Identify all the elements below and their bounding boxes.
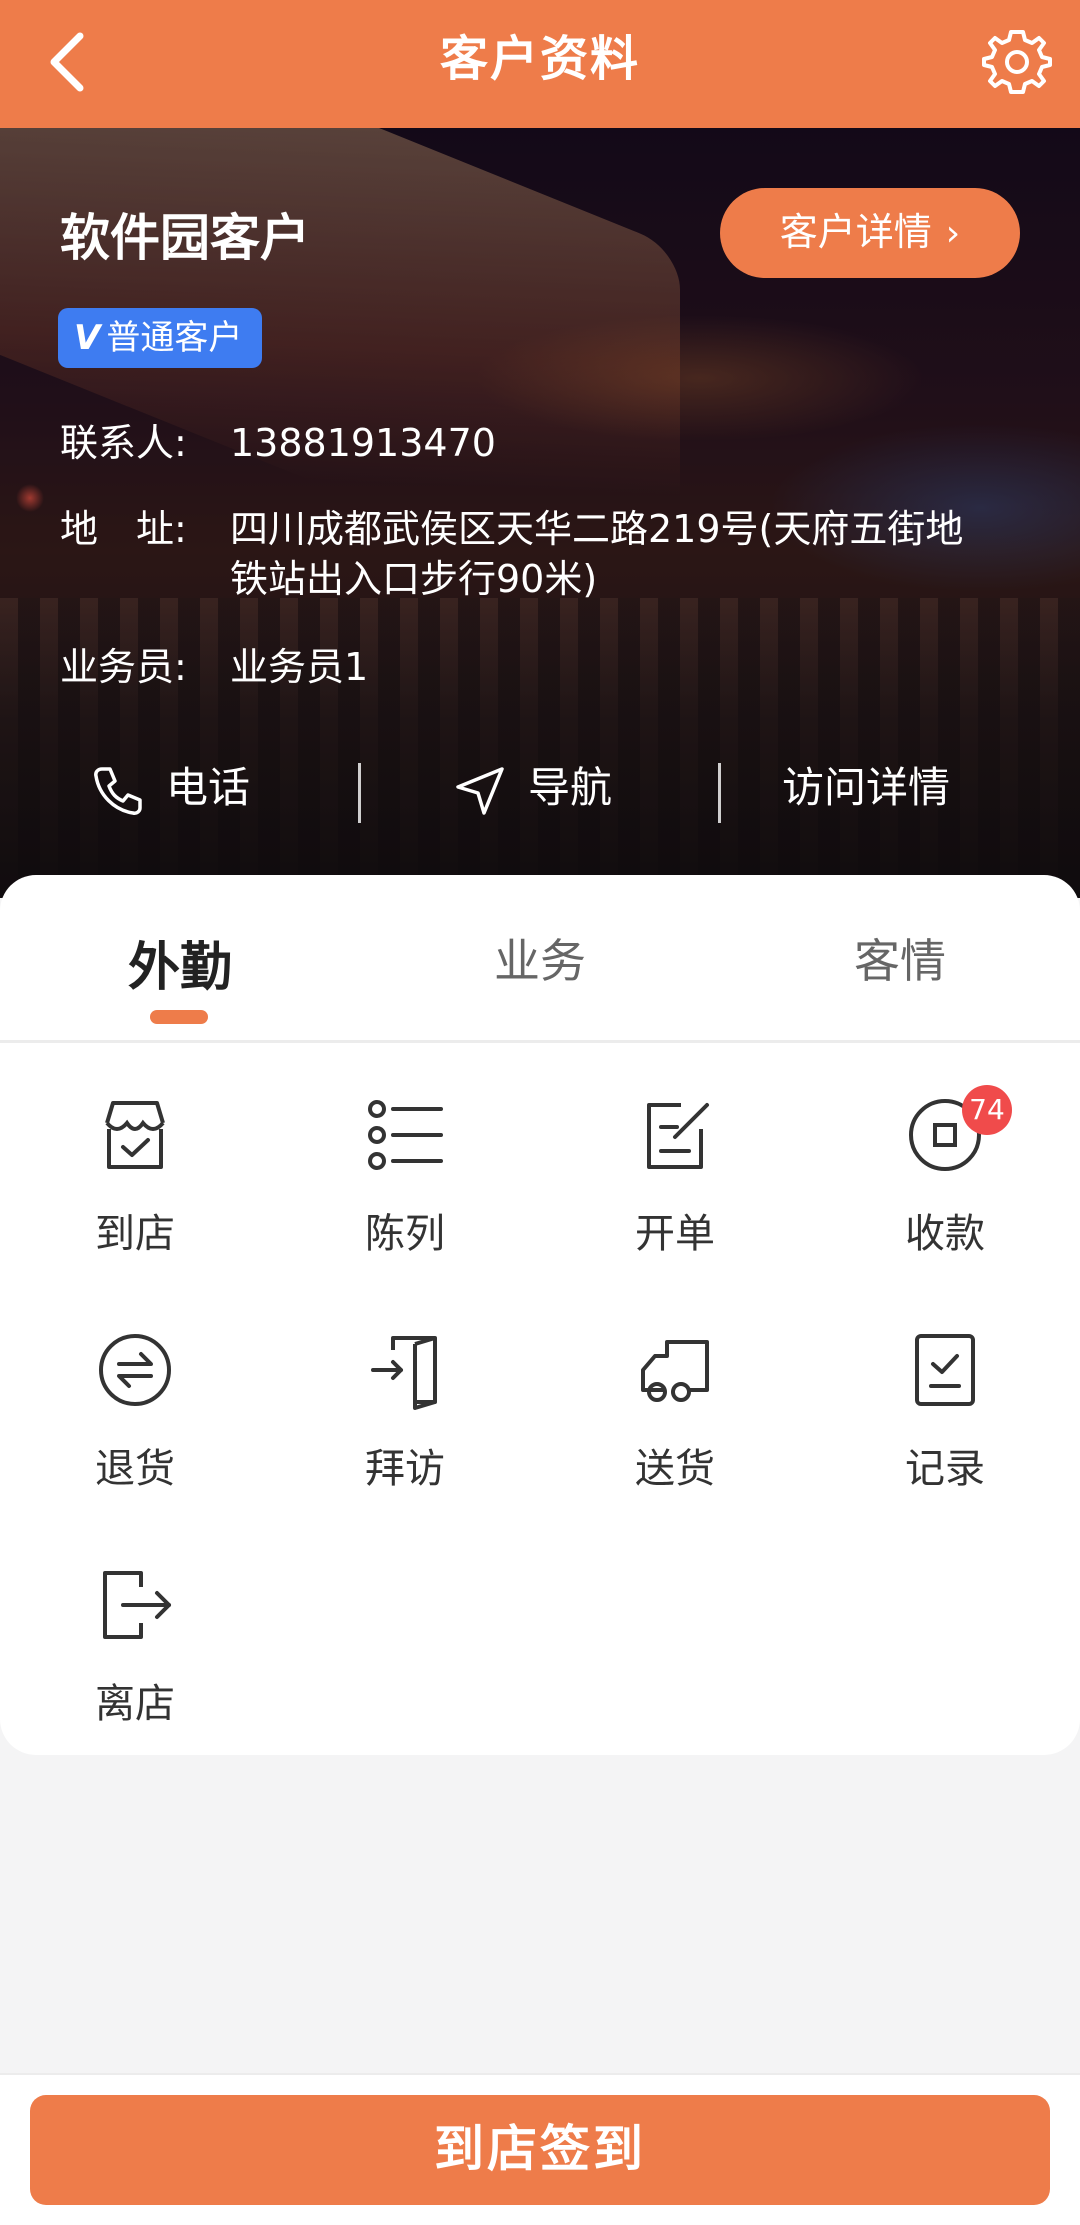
navigation-arrow-icon xyxy=(456,766,504,815)
visit-door-icon xyxy=(371,1336,437,1410)
unread-count-badge: 74 xyxy=(962,1085,1012,1135)
grid-item-display[interactable]: 陈列 xyxy=(270,1095,540,1295)
grid-item-visit[interactable]: 拜访 xyxy=(270,1330,540,1530)
edit-order-icon xyxy=(647,1103,709,1169)
tab-business[interactable]: 业务 xyxy=(360,925,720,991)
customer-name: 软件园客户 xyxy=(60,209,310,267)
salesman-row: 业务员: 业务员1 xyxy=(60,642,1050,692)
list-icon xyxy=(368,1100,443,1170)
customer-type-badge: V 普通客户 xyxy=(58,308,263,368)
visit-detail-button[interactable]: 访问详情 xyxy=(782,738,950,838)
contact-label: 联系人: xyxy=(60,421,187,465)
address-value: 四川成都武侯区天华二路219号(天府五街地铁站出入口步行90米) xyxy=(230,507,964,601)
address-label: 地 址: xyxy=(60,507,187,551)
tab-customer-relations[interactable]: 客情 xyxy=(720,925,1080,991)
contact-value: 13881913470 xyxy=(230,421,496,465)
contact-row: 联系人: 13881913470 xyxy=(60,418,1050,468)
navigate-button[interactable]: 导航 xyxy=(452,738,612,838)
check-in-button[interactable]: 到店签到 xyxy=(30,2095,1050,2205)
customer-detail-label: 客户详情 xyxy=(779,210,932,254)
record-icon xyxy=(915,1334,975,1406)
grid-item-return[interactable]: 退货 xyxy=(0,1330,270,1530)
phone-icon xyxy=(94,766,142,815)
quick-actions: 电话 导航 访问详情 xyxy=(0,738,1080,838)
tab-bar: 外勤 业务 客情 xyxy=(0,875,1080,1043)
store-check-icon xyxy=(105,1101,165,1169)
address-row: 地 址: 四川成都武侯区天华二路219号(天府五街地铁站出入口步行90米) xyxy=(60,504,1000,604)
grid-item-order[interactable]: 开单 xyxy=(540,1095,810,1295)
customer-detail-button[interactable]: 客户详情 › xyxy=(720,188,1020,278)
truck-icon xyxy=(641,1340,709,1402)
tab-field-work[interactable]: 外勤 xyxy=(0,925,360,1000)
bottom-bar: 到店签到 xyxy=(0,2073,1080,2225)
customer-header: 软件园客户 客户详情 › V 普通客户 联系人: 13881913470 地 址: 四川… xyxy=(0,128,1080,898)
active-tab-indicator xyxy=(150,1010,208,1024)
top-bar: 客户资料 xyxy=(0,0,1080,128)
verified-icon: V xyxy=(74,318,101,358)
grid-item-payment[interactable]: 收款 74 xyxy=(810,1085,1080,1295)
grid-item-delivery[interactable]: 送货 xyxy=(540,1330,810,1530)
return-icon xyxy=(99,1334,171,1406)
salesman-value: 业务员1 xyxy=(230,645,369,689)
grid-item-arrive[interactable]: 到店 xyxy=(0,1095,270,1295)
page-title: 客户资料 xyxy=(439,31,640,87)
divider xyxy=(718,763,721,823)
exit-icon xyxy=(103,1571,171,1639)
grid-item-leave[interactable]: 离店 xyxy=(0,1565,270,1765)
function-card: 外勤 业务 客情 到店 陈列 开单 收款 74 退货 拜访 送货 记录 离店 xyxy=(0,875,1080,1755)
salesman-label: 业务员: xyxy=(60,645,187,689)
phone-button[interactable]: 电话 xyxy=(90,738,250,838)
chevron-right-icon: › xyxy=(945,213,961,254)
gear-icon[interactable] xyxy=(982,26,1052,96)
divider xyxy=(358,763,361,823)
grid-item-record[interactable]: 记录 xyxy=(810,1330,1080,1530)
